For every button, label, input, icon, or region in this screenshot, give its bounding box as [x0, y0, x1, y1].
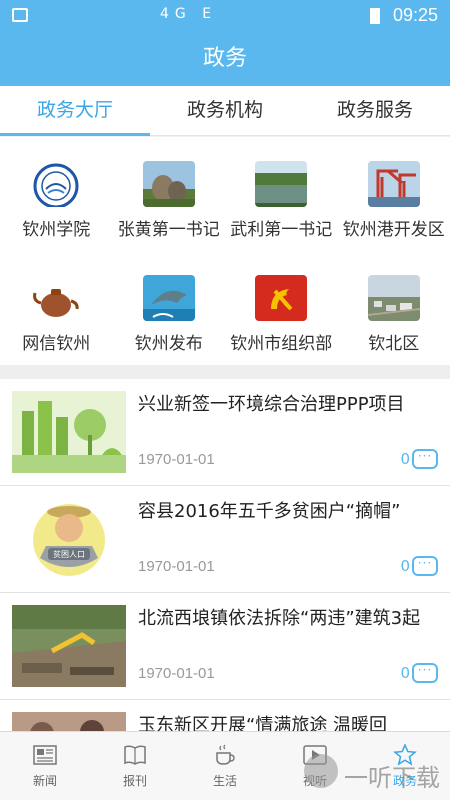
- news-date: 1970-01-01: [138, 665, 215, 682]
- news-date: 1970-01-01: [138, 558, 215, 575]
- grid-item-port-zone[interactable]: 钦州港开发区: [338, 137, 450, 240]
- badge-text: 贫困人口: [53, 549, 85, 559]
- tab-bar: 政务大厅 政务机构 政务服务: [0, 86, 450, 136]
- comment-count-value: 0: [400, 664, 410, 682]
- tab-hall[interactable]: 政务大厅: [0, 86, 150, 136]
- grid-item-label: 钦州发布: [134, 334, 203, 354]
- city-aerial-icon: [367, 275, 420, 321]
- status-indicators: 4G E: [160, 6, 217, 22]
- section-divider: [0, 365, 450, 379]
- grid-item-wuli-secretary[interactable]: 武利第一书记: [225, 137, 338, 240]
- news-headline: 北流西埌镇依法拆除“两违”建筑3起: [138, 608, 421, 629]
- list-item[interactable]: 贫困人口 容县2016年五千多贫困户“摘帽” 1970-01-01 0 ···: [0, 486, 450, 593]
- page-title: 政务: [0, 32, 450, 86]
- battery-icon: [370, 8, 380, 24]
- poverty-cartoon-icon: 贫困人口: [12, 498, 126, 580]
- grid-item-qinzhou-university[interactable]: 钦州学院: [0, 137, 113, 240]
- nav-label: 生活: [212, 774, 237, 788]
- watermark-logo-icon: [304, 754, 338, 788]
- grid-item-label: 武利第一书记: [230, 220, 333, 240]
- comment-bubble-icon: ···: [412, 556, 438, 576]
- comment-count[interactable]: 0 ···: [400, 449, 438, 469]
- news-list: 兴业新签一环境综合治理PPP项目 1970-01-01 0 ··· 贫困人口 容…: [0, 379, 450, 731]
- demolition-photo-icon: [12, 605, 126, 687]
- dolphin-icon: [142, 275, 195, 321]
- watermark-text: 一听下载: [344, 764, 440, 792]
- news-headline: 玉东新区开展“情满旅途 温暖回: [138, 715, 388, 731]
- news-headline: 兴业新签一环境综合治理PPP项目: [138, 394, 405, 415]
- grid-item-label: 钦州学院: [22, 220, 91, 240]
- grid-item-organization-dept[interactable]: 钦州市组织部: [225, 251, 338, 354]
- book-icon: [124, 745, 146, 765]
- grid-item-label: 钦北区: [368, 334, 420, 354]
- teapot-icon: [30, 275, 83, 321]
- status-bar: 4G E 09:25: [0, 0, 450, 32]
- nav-news[interactable]: 新闻: [0, 732, 90, 800]
- tab-services[interactable]: 政务服务: [300, 86, 450, 135]
- comment-count-value: 0: [400, 450, 410, 468]
- status-time: 09:25: [392, 5, 438, 25]
- signal-indicators: 4G E: [160, 6, 218, 22]
- party-emblem-icon: [255, 275, 308, 321]
- newspaper-icon: [33, 745, 57, 765]
- nav-label: 新闻: [32, 774, 57, 788]
- port-crane-icon: [367, 161, 420, 207]
- river-landscape-icon: [255, 161, 308, 207]
- list-item[interactable]: 兴业新签一环境综合治理PPP项目 1970-01-01 0 ···: [0, 379, 450, 486]
- list-item[interactable]: 北流西埌镇依法拆除“两违”建筑3起 1970-01-01 0 ···: [0, 593, 450, 700]
- tab-institutions[interactable]: 政务机构: [150, 86, 300, 135]
- coffee-cup-icon: [216, 744, 235, 765]
- grid-item-label: 钦州港开发区: [342, 220, 445, 240]
- comment-bubble-icon: ···: [412, 449, 438, 469]
- nav-life[interactable]: 生活: [180, 732, 270, 800]
- comment-count[interactable]: 0 ···: [400, 663, 438, 683]
- rock-landscape-icon: [142, 161, 195, 207]
- comment-bubble-icon: ···: [412, 663, 438, 683]
- nav-newspapers[interactable]: 报刊: [90, 732, 180, 800]
- grid-item-label: 网信钦州: [22, 334, 91, 354]
- grid-item-label: 张黄第一书记: [117, 220, 220, 240]
- grid-item-qinzhou-release[interactable]: 钦州发布: [113, 251, 226, 354]
- university-seal-icon: [30, 161, 83, 207]
- account-grid: 钦州学院 张黄第一书记 武利第一书记 钦州港开发区 网信钦州 钦州发布 钦州市组…: [0, 137, 450, 365]
- news-headline: 容县2016年五千多贫困户“摘帽”: [138, 501, 401, 522]
- watermark: 一听下载: [300, 752, 450, 800]
- green-city-icon: [12, 391, 126, 473]
- grid-item-label: 钦州市组织部: [230, 334, 333, 354]
- grid-item-cyber-qinzhou[interactable]: 网信钦州: [0, 251, 113, 354]
- gallery-icon: [12, 8, 28, 22]
- comment-count[interactable]: 0 ···: [400, 556, 438, 576]
- news-date: 1970-01-01: [138, 451, 215, 468]
- grid-item-zhanghuang-secretary[interactable]: 张黄第一书记: [113, 137, 226, 240]
- comment-count-value: 0: [400, 557, 410, 575]
- nav-label: 报刊: [122, 774, 147, 788]
- people-photo-icon: [12, 712, 126, 731]
- list-item[interactable]: 玉东新区开展“情满旅途 温暖回: [0, 700, 450, 731]
- grid-item-qinbei-district[interactable]: 钦北区: [338, 251, 450, 354]
